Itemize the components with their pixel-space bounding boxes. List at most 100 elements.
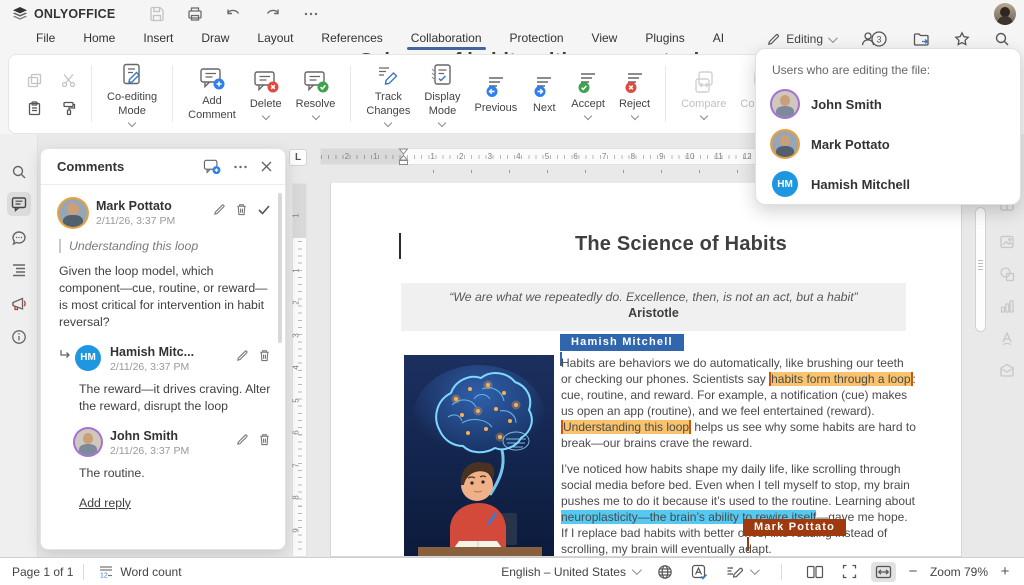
tab-ai[interactable]: AI — [699, 28, 738, 50]
document-heading: The Science of Habits — [401, 233, 961, 256]
close-icon[interactable] — [260, 160, 273, 173]
avatar-hamish-mitchell: HM — [772, 171, 798, 197]
tab-plugins[interactable]: Plugins — [631, 28, 698, 50]
ruler-number: 6 — [292, 430, 301, 434]
tab-insert[interactable]: Insert — [129, 28, 187, 50]
tab-home[interactable]: Home — [69, 28, 129, 50]
copy-icon[interactable] — [21, 67, 47, 93]
brain-illustration-image[interactable] — [404, 355, 554, 557]
user-name: Hamish Mitchell — [811, 177, 910, 192]
scrollbar-thumb[interactable] — [975, 207, 986, 332]
quote-author: Aristotle — [401, 306, 906, 320]
next-change-icon — [531, 73, 557, 99]
tab-layout[interactable]: Layout — [243, 28, 307, 50]
chevron-down-icon — [750, 565, 760, 575]
spell-check-icon[interactable] — [687, 561, 712, 583]
zoom-level[interactable]: Zoom 79% — [930, 565, 988, 579]
fit-to-page-icon[interactable] — [838, 561, 861, 582]
about-icon[interactable] — [7, 325, 31, 349]
editing-mode-dropdown[interactable]: Editing — [766, 32, 835, 47]
add-comment-button[interactable]: Add Comment — [181, 62, 243, 127]
page-indicator[interactable]: Page 1 of 1 — [12, 565, 73, 579]
comment-highlight[interactable]: Understanding this loop — [561, 420, 691, 434]
reply-date: 2/11/26, 3:37 PM — [110, 445, 236, 457]
fit-to-width-icon[interactable] — [871, 562, 896, 582]
indent-marker[interactable] — [398, 148, 409, 166]
chevron-down-icon — [828, 33, 838, 43]
facing-pages-icon[interactable] — [802, 562, 828, 582]
vertical-ruler: 112345678910 — [292, 183, 307, 557]
paste-icon[interactable] — [21, 95, 47, 121]
word-count-button[interactable]: 12 Word count — [94, 562, 185, 582]
redo-icon[interactable] — [264, 7, 281, 22]
image-settings-icon[interactable] — [995, 230, 1019, 254]
edit-reply-icon[interactable] — [236, 349, 249, 362]
tab-file[interactable]: File — [22, 28, 69, 50]
feedback-icon[interactable] — [7, 292, 31, 316]
coediting-mode-button[interactable]: Co-editing Mode — [100, 58, 164, 131]
textart-settings-icon[interactable] — [995, 326, 1019, 350]
tab-view[interactable]: View — [578, 28, 632, 50]
edit-comment-icon[interactable] — [213, 203, 226, 216]
chat-icon[interactable] — [7, 226, 31, 250]
delete-reply-icon[interactable] — [258, 349, 271, 362]
left-toolbar — [0, 134, 38, 557]
add-comment-icon[interactable] — [203, 159, 221, 175]
print-icon[interactable] — [187, 6, 203, 22]
more-options-icon[interactable] — [233, 160, 248, 174]
ruler-number: 5 — [543, 152, 551, 161]
headings-navigation-icon[interactable] — [7, 258, 31, 282]
tab-collaboration[interactable]: Collaboration — [397, 28, 496, 50]
shape-settings-icon[interactable] — [995, 262, 1019, 286]
comments-scrollbar-thumb[interactable] — [278, 193, 282, 343]
compare-button[interactable]: Compare — [674, 65, 733, 124]
delete-reply-icon[interactable] — [258, 433, 271, 446]
comment-highlight[interactable]: habits form through a loop — [769, 372, 912, 386]
chart-settings-icon[interactable] — [995, 294, 1019, 318]
find-icon[interactable] — [7, 160, 31, 184]
delete-comment-icon — [252, 69, 280, 95]
user-avatar[interactable] — [994, 3, 1016, 25]
language-selector[interactable]: English – United States — [497, 562, 643, 582]
previous-change-button[interactable]: Previous — [468, 69, 525, 120]
track-changes-button[interactable]: Track Changes — [359, 58, 417, 131]
reply-text: The routine. — [79, 465, 271, 482]
zoom-out-button[interactable]: − — [906, 563, 920, 580]
tab-references[interactable]: References — [307, 28, 396, 50]
resolve-comment-icon[interactable] — [257, 203, 271, 216]
display-mode-button[interactable]: Display Mode — [417, 58, 467, 131]
paragraph-1: Habits are behaviors we do automatically… — [561, 355, 917, 451]
save-icon[interactable] — [149, 6, 165, 22]
reject-change-button[interactable]: Reject — [612, 65, 657, 124]
tab-protection[interactable]: Protection — [496, 28, 578, 50]
mail-merge-icon[interactable] — [995, 358, 1019, 382]
comment-reply: HM Hamish Mitc... 2/11/26, 3:37 PM The r… — [59, 345, 271, 415]
undo-icon[interactable] — [225, 7, 242, 22]
popup-title: Users who are editing the file: — [772, 63, 1004, 77]
document-page[interactable]: The Science of Habits “We are what we re… — [330, 183, 962, 557]
set-language-icon[interactable] — [653, 561, 677, 583]
next-change-button[interactable]: Next — [524, 69, 564, 120]
favorite-star-icon[interactable] — [954, 31, 970, 47]
tab-draw[interactable]: Draw — [187, 28, 243, 50]
cut-icon[interactable] — [55, 67, 81, 93]
zoom-in-button[interactable]: + — [998, 563, 1012, 580]
tab-stop-selector[interactable]: L — [289, 149, 307, 166]
active-users-indicator[interactable]: 3 — [859, 30, 889, 48]
accept-change-button[interactable]: Accept — [564, 65, 612, 124]
search-icon[interactable] — [994, 31, 1010, 47]
ruler-number: 1 — [371, 152, 379, 161]
edit-reply-icon[interactable] — [236, 433, 249, 446]
ruler-number: 5 — [292, 398, 301, 402]
delete-comment-icon[interactable] — [235, 203, 248, 216]
delete-comment-button[interactable]: Delete — [243, 65, 289, 124]
collab-cursor-hamish — [560, 352, 562, 366]
track-changes-toggle[interactable] — [722, 561, 761, 582]
open-file-location-icon[interactable] — [913, 32, 930, 47]
format-painter-icon[interactable] — [55, 95, 81, 121]
ruler-number: 12 — [741, 152, 754, 161]
resolve-comment-button[interactable]: Resolve — [289, 65, 343, 124]
add-reply-link[interactable]: Add reply — [79, 496, 131, 510]
comments-panel-icon[interactable] — [7, 192, 31, 216]
more-actions-icon[interactable] — [303, 7, 319, 21]
